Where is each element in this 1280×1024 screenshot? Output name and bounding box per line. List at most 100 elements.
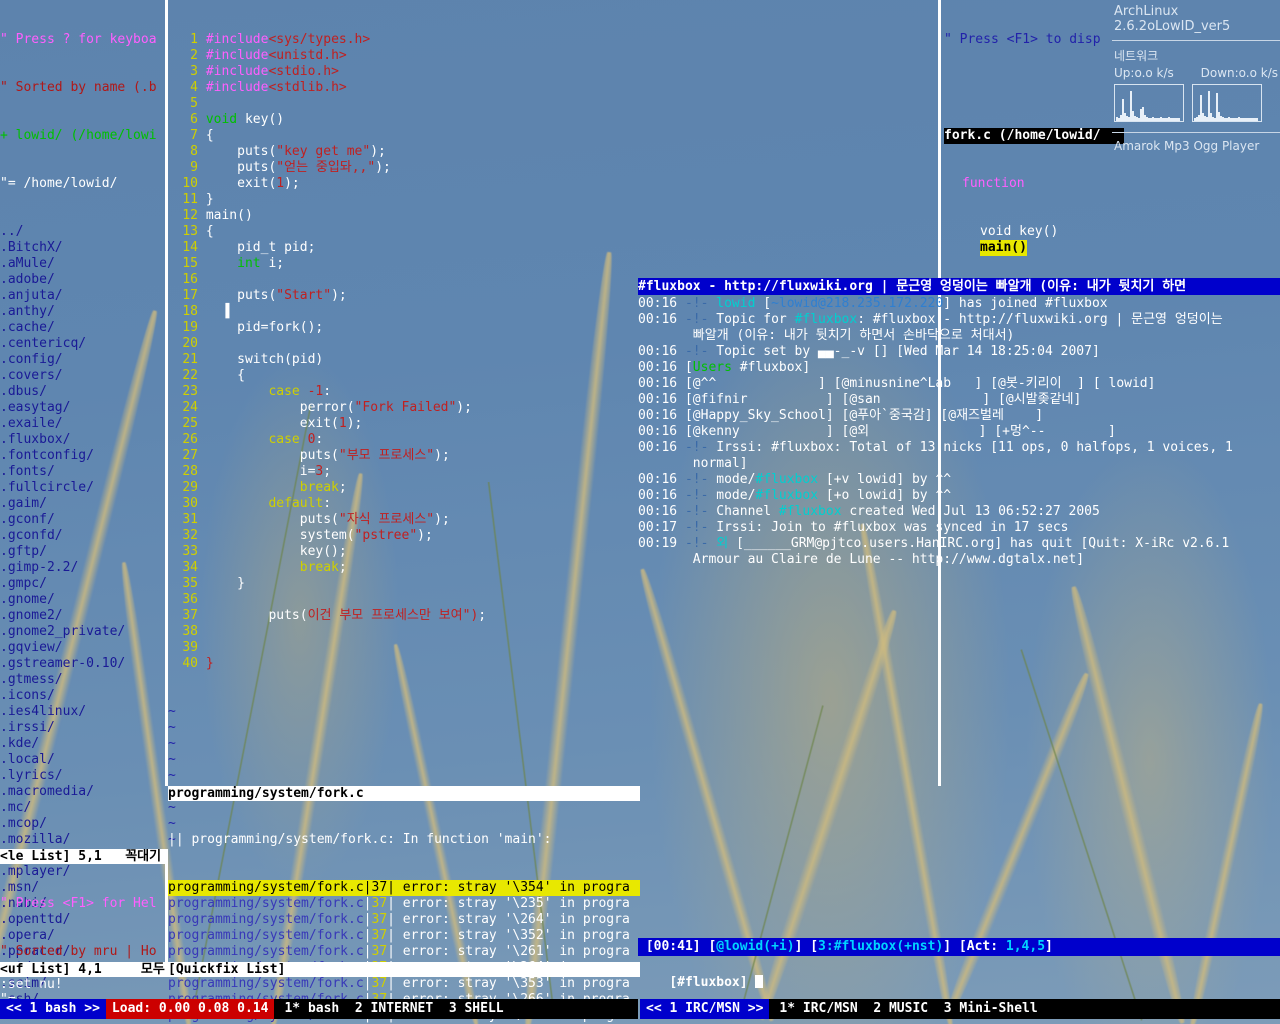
explorer-entry[interactable]: .gftp/ [0,544,170,560]
explorer-entry[interactable]: .gnome/ [0,592,170,608]
code-line[interactable]: 18 ▐ [168,304,638,320]
explorer-entry[interactable]: .aMule/ [0,256,170,272]
code-editor-pane[interactable]: 1 #include<sys/types.h> 2 #include<unistd… [168,0,638,864]
code-line[interactable]: 1 #include<sys/types.h> [168,32,638,48]
code-line[interactable]: 19 pid=fork(); [168,320,638,336]
explorer-tree-root[interactable]: + lowid/ (/home/lowi [0,128,170,144]
quickfix-row[interactable]: programming/system/fork.c|37| error: str… [168,928,640,944]
explorer-entry[interactable]: .cache/ [0,320,170,336]
taskbar-right[interactable]: << 1 IRC/MSN >> 1* IRC/MSN 2 MUSIC 3 Min… [640,999,1280,1019]
irc-input-prompt[interactable]: [#fluxbox] [638,957,1280,990]
taglist-item[interactable]: void key() [944,224,1124,240]
code-line[interactable]: 27 puts("부모 프로세스"); [168,448,638,464]
code-line[interactable]: 24 perror("Fork Failed"); [168,400,638,416]
explorer-entry[interactable]: .BitchX/ [0,240,170,256]
code-line[interactable]: 6 void key() [168,112,638,128]
code-line[interactable]: 35 } [168,576,638,592]
explorer-entry[interactable]: .icons/ [0,688,170,704]
code-line[interactable]: 15 int i; [168,256,638,272]
explorer-entry[interactable]: .mc/ [0,800,170,816]
explorer-entry[interactable]: .gaim/ [0,496,170,512]
code-line[interactable]: 26 case 0: [168,432,638,448]
code-line[interactable]: 8 puts("key get me"); [168,144,638,160]
explorer-entry[interactable]: .local/ [0,752,170,768]
quickfix-row[interactable]: programming/system/fork.c|37| error: str… [168,976,640,992]
explorer-entry[interactable]: .lyrics/ [0,768,170,784]
explorer-entry[interactable]: .ies4linux/ [0,704,170,720]
code-line[interactable]: 34 break; [168,560,638,576]
explorer-entry[interactable]: .anjuta/ [0,288,170,304]
taskbar-left[interactable]: << 1 bash >> Load: 0.00 0.08 0.14 1* bas… [0,999,638,1019]
code-line[interactable]: 7 { [168,128,638,144]
code-line[interactable]: 14 pid_t pid; [168,240,638,256]
code-line-list[interactable]: 1 #include<sys/types.h> 2 #include<unistd… [168,32,638,672]
code-line[interactable]: 21 switch(pid) [168,352,638,368]
explorer-entry[interactable]: .gconfd/ [0,528,170,544]
code-line[interactable]: 29 break; [168,480,638,496]
window-list-right[interactable]: 1* IRC/MSN 2 MUSIC 3 Mini-Shell [769,999,1047,1019]
explorer-entry[interactable]: .config/ [0,352,170,368]
code-line[interactable]: 11 } [168,192,638,208]
taglist-item-list[interactable]: void key() main() [944,224,1124,256]
code-line[interactable]: 2 #include<unistd.h> [168,48,638,64]
code-line[interactable]: 9 puts("얻는 중입돠,,"); [168,160,638,176]
code-line[interactable]: 23 case -1: [168,384,638,400]
explorer-entry[interactable]: .gconf/ [0,512,170,528]
explorer-entry[interactable]: .macromedia/ [0,784,170,800]
explorer-entry[interactable]: .gtmess/ [0,672,170,688]
explorer-entry[interactable]: .gstreamer-0.10/ [0,656,170,672]
code-line[interactable]: 39 [168,640,638,656]
explorer-entry[interactable]: .fonts/ [0,464,170,480]
code-line[interactable]: 22 { [168,368,638,384]
code-line[interactable]: 37 puts(이건 부모 프로세스만 보여"); [168,608,638,624]
explorer-entry[interactable]: ../ [0,224,170,240]
code-line[interactable]: 32 system("pstree"); [168,528,638,544]
code-line[interactable]: 38 [168,624,638,640]
explorer-entry[interactable]: .mcop/ [0,816,170,832]
explorer-entry[interactable]: .mozilla/ [0,832,170,848]
code-line[interactable]: 12 main() [168,208,638,224]
explorer-entry[interactable]: .irssi/ [0,720,170,736]
taglist-item[interactable]: main() [944,240,1124,256]
code-line[interactable]: 3 #include<stdio.h> [168,64,638,80]
code-line[interactable]: 16 [168,272,638,288]
explorer-entry[interactable]: .fluxbox/ [0,432,170,448]
code-line[interactable]: 25 exit(1); [168,416,638,432]
explorer-entry[interactable]: .gqview/ [0,640,170,656]
code-line[interactable]: 33 key(); [168,544,638,560]
explorer-entry[interactable]: .gmpc/ [0,576,170,592]
code-line[interactable]: 5 [168,96,638,112]
workspace-button-right[interactable]: << 1 IRC/MSN >> [640,999,770,1019]
quickfix-pane[interactable]: || programming/system/fork.c: In functio… [168,800,640,1024]
irc-message-log[interactable]: 00:16 -!- lowid [~lowid@218.235.172.220]… [638,296,1280,568]
taglist-pane[interactable]: " Press <F1> to disp fork.c (/home/lowid… [944,0,1124,272]
code-line[interactable]: 30 default: [168,496,638,512]
code-line[interactable]: 10 exit(1); [168,176,638,192]
explorer-entry[interactable]: .exaile/ [0,416,170,432]
explorer-entry[interactable]: .gnome2_private/ [0,624,170,640]
irssi-window[interactable]: #fluxbox - http://fluxwiki.org | 문근영 엉덩이… [638,278,1280,1024]
explorer-entry[interactable]: .fontconfig/ [0,448,170,464]
explorer-entry[interactable]: .kde/ [0,736,170,752]
explorer-entry[interactable]: .dbus/ [0,384,170,400]
explorer-entry[interactable]: .gimp-2.2/ [0,560,170,576]
code-line[interactable]: 13 { [168,224,638,240]
code-line[interactable]: 17 puts("Start"); [168,288,638,304]
quickfix-row[interactable]: programming/system/fork.c|37| error: str… [168,896,640,912]
quickfix-row[interactable]: programming/system/fork.c|37| error: str… [168,944,640,960]
explorer-entry[interactable]: .covers/ [0,368,170,384]
code-line[interactable]: 28 i=3; [168,464,638,480]
explorer-entry[interactable]: .adobe/ [0,272,170,288]
code-line[interactable]: 40 } [168,656,638,672]
window-list-left[interactable]: 1* bash 2 INTERNET 3 SHELL [274,999,513,1019]
explorer-entry[interactable]: .centericq/ [0,336,170,352]
workspace-button-left[interactable]: << 1 bash >> [0,999,106,1019]
code-line[interactable]: 4 #include<stdlib.h> [168,80,638,96]
explorer-entry[interactable]: .anthy/ [0,304,170,320]
explorer-entry[interactable]: .easytag/ [0,400,170,416]
explorer-entry[interactable]: .gnome2/ [0,608,170,624]
vim-command-line[interactable]: :set nu! [0,977,170,993]
quickfix-row[interactable]: programming/system/fork.c|37| error: str… [168,880,640,896]
explorer-entry[interactable]: .fullcircle/ [0,480,170,496]
code-line[interactable]: 36 [168,592,638,608]
